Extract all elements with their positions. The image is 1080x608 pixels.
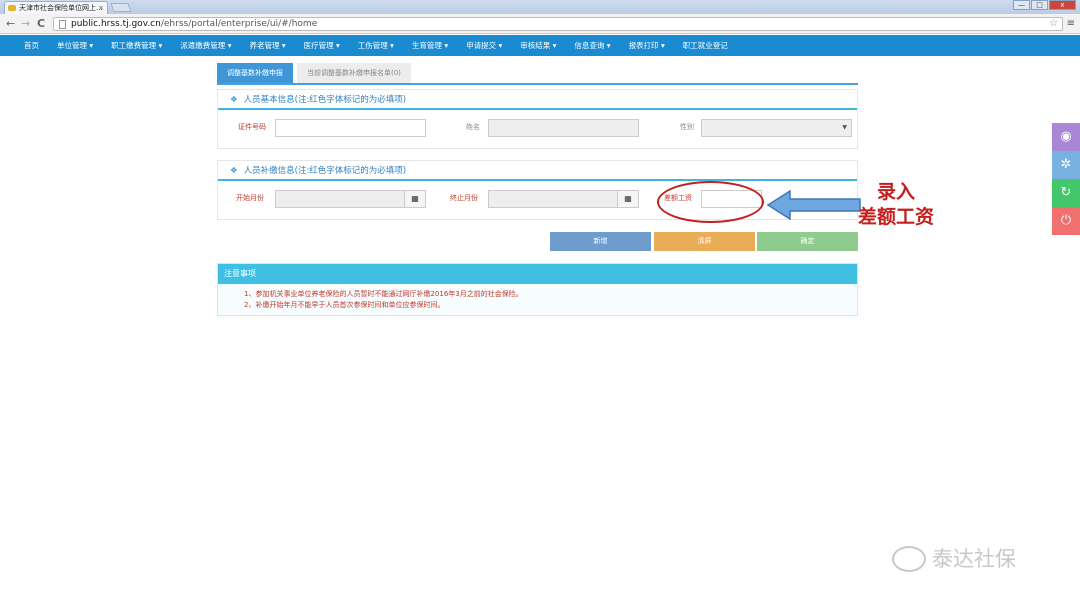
url-path: /ehrss/portal/enterprise/ui/#/home — [160, 19, 318, 29]
nav-injury[interactable]: 工伤管理 ▾ — [358, 40, 394, 51]
calendar-icon[interactable]: ▦ — [404, 190, 426, 208]
address-bar: ← → C public.hrss.tj.gov.cn/ehrss/portal… — [0, 14, 1080, 34]
favicon-icon — [8, 5, 16, 11]
start-month-label: 开始月份 — [236, 194, 264, 202]
tab-current-list[interactable]: 当前调整基数补缴申报名单(0) — [297, 63, 411, 83]
nav-medical[interactable]: 医疗管理 ▾ — [304, 40, 340, 51]
eye-icon[interactable]: ◉ — [1052, 123, 1080, 151]
action-buttons: 新增 清屏 确定 — [217, 232, 858, 254]
browser-tab[interactable]: 天津市社会保险单位网上... × — [4, 1, 108, 14]
watermark-text: 泰达社保 — [932, 547, 1016, 571]
supplement-info-header: ❖ 人员补缴信息(注:红色字体标记的为必填项) — [218, 161, 857, 181]
basic-info-panel: ❖ 人员基本信息(注:红色字体标记的为必填项) 证件号码 姓名 性别 ▼ — [217, 89, 858, 149]
end-month-label: 终止月份 — [450, 194, 478, 202]
page-tabs: 调整基数补缴申报 当前调整基数补缴申报名单(0) — [217, 63, 858, 85]
nav-employee-payment[interactable]: 职工缴费管理 ▾ — [111, 40, 162, 51]
window-controls: — □ x — [1013, 0, 1076, 10]
nav-dispatch-payment[interactable]: 派遣缴费管理 ▾ — [180, 40, 231, 51]
forward-icon[interactable]: → — [21, 17, 30, 31]
tab-adjust-base[interactable]: 调整基数补缴申报 — [217, 63, 293, 83]
confirm-button[interactable]: 确定 — [757, 232, 858, 251]
nav-pension[interactable]: 养老管理 ▾ — [249, 40, 285, 51]
diamond-icon: ❖ — [230, 95, 238, 105]
main-nav: 首页 单位管理 ▾ 职工缴费管理 ▾ 派遣缴费管理 ▾ 养老管理 ▾ 医疗管理 … — [0, 35, 1080, 56]
gender-select[interactable]: ▼ — [701, 119, 852, 137]
highlight-ellipse — [657, 181, 764, 223]
name-label: 姓名 — [466, 123, 480, 131]
name-input[interactable] — [488, 119, 639, 137]
wechat-icon — [892, 546, 926, 572]
gender-label: 性别 — [680, 123, 694, 131]
back-icon[interactable]: ← — [6, 17, 15, 31]
start-month-input[interactable] — [275, 190, 405, 208]
nav-unit-management[interactable]: 单位管理 ▾ — [57, 40, 93, 51]
side-toolbar: ◉ ✲ ↻ ⏻ — [1052, 123, 1080, 235]
annotation-line-1: 录入 — [876, 181, 915, 203]
notice-body: 1、参加机关事业单位养老保险的人员暂时不能通过网厅补缴2016年3月之前的社会保… — [218, 284, 857, 315]
refresh-icon[interactable]: ↻ — [1052, 179, 1080, 207]
page-icon — [59, 20, 66, 29]
diamond-icon: ❖ — [230, 166, 238, 176]
clear-button[interactable]: 清屏 — [654, 232, 755, 251]
annotation-line-2: 差额工资 — [857, 206, 934, 228]
tree-icon[interactable]: ✲ — [1052, 151, 1080, 179]
tab-close-icon[interactable]: × — [98, 2, 104, 14]
url-text: public.hrss.tj.gov.cn/ehrss/portal/enter… — [71, 18, 317, 31]
nav-submit[interactable]: 申请提交 ▾ — [466, 40, 502, 51]
annotation-text: 录入 差额工资 — [836, 180, 956, 230]
basic-info-header: ❖ 人员基本信息(注:红色字体标记的为必填项) — [218, 90, 857, 110]
basic-info-row: 证件号码 姓名 性别 ▼ — [218, 110, 857, 148]
supplement-info-title: 人员补缴信息(注:红色字体标记的为必填项) — [243, 166, 407, 176]
id-number-label: 证件号码 — [238, 123, 266, 131]
power-icon[interactable]: ⏻ — [1052, 207, 1080, 235]
bookmark-star-icon[interactable]: ☆ — [1049, 18, 1058, 30]
nav-employment-registration[interactable]: 职工就业登记 — [683, 40, 728, 51]
new-tab-button[interactable] — [110, 3, 132, 12]
reload-icon[interactable]: C — [37, 17, 45, 31]
browser-titlebar: 天津市社会保险单位网上... × — □ x — [0, 0, 1080, 14]
url-input[interactable]: public.hrss.tj.gov.cn/ehrss/portal/enter… — [53, 17, 1063, 31]
calendar-icon[interactable]: ▦ — [617, 190, 639, 208]
tab-title: 天津市社会保险单位网上... — [19, 4, 103, 12]
notice-panel: 注意事项 1、参加机关事业单位养老保险的人员暂时不能通过网厅补缴2016年3月之… — [217, 263, 858, 316]
nav-report-print[interactable]: 报表打印 ▾ — [629, 40, 665, 51]
supplement-info-panel: ❖ 人员补缴信息(注:红色字体标记的为必填项) 开始月份 ▦ 终止月份 ▦ 差额工… — [217, 160, 858, 220]
nav-info-query[interactable]: 信息查询 ▾ — [574, 40, 610, 51]
chevron-down-icon: ▼ — [842, 124, 847, 131]
add-button[interactable]: 新增 — [550, 232, 651, 251]
close-window-button[interactable]: x — [1049, 0, 1076, 10]
notice-title: 注意事项 — [218, 264, 857, 284]
basic-info-title: 人员基本信息(注:红色字体标记的为必填项) — [243, 95, 407, 105]
nav-review-result[interactable]: 审核结果 ▾ — [520, 40, 556, 51]
notice-item: 1、参加机关事业单位养老保险的人员暂时不能通过网厅补缴2016年3月之前的社会保… — [244, 290, 523, 298]
end-month-input[interactable] — [488, 190, 618, 208]
nav-home[interactable]: 首页 — [24, 40, 39, 51]
url-host: public.hrss.tj.gov.cn — [71, 19, 161, 29]
main-content: 调整基数补缴申报 当前调整基数补缴申报名单(0) ❖ 人员基本信息(注:红色字体标… — [217, 63, 858, 316]
maximize-button[interactable]: □ — [1031, 0, 1048, 10]
notice-item: 2、补缴开始年月不能早于人员首次参保时间和单位应参保时间。 — [244, 301, 445, 309]
nav-maternity[interactable]: 生育管理 ▾ — [412, 40, 448, 51]
minimize-button[interactable]: — — [1013, 0, 1030, 10]
watermark: 泰达社保 — [892, 542, 1052, 576]
id-number-input[interactable] — [275, 119, 426, 137]
browser-menu-icon[interactable]: ≡ — [1067, 18, 1075, 30]
